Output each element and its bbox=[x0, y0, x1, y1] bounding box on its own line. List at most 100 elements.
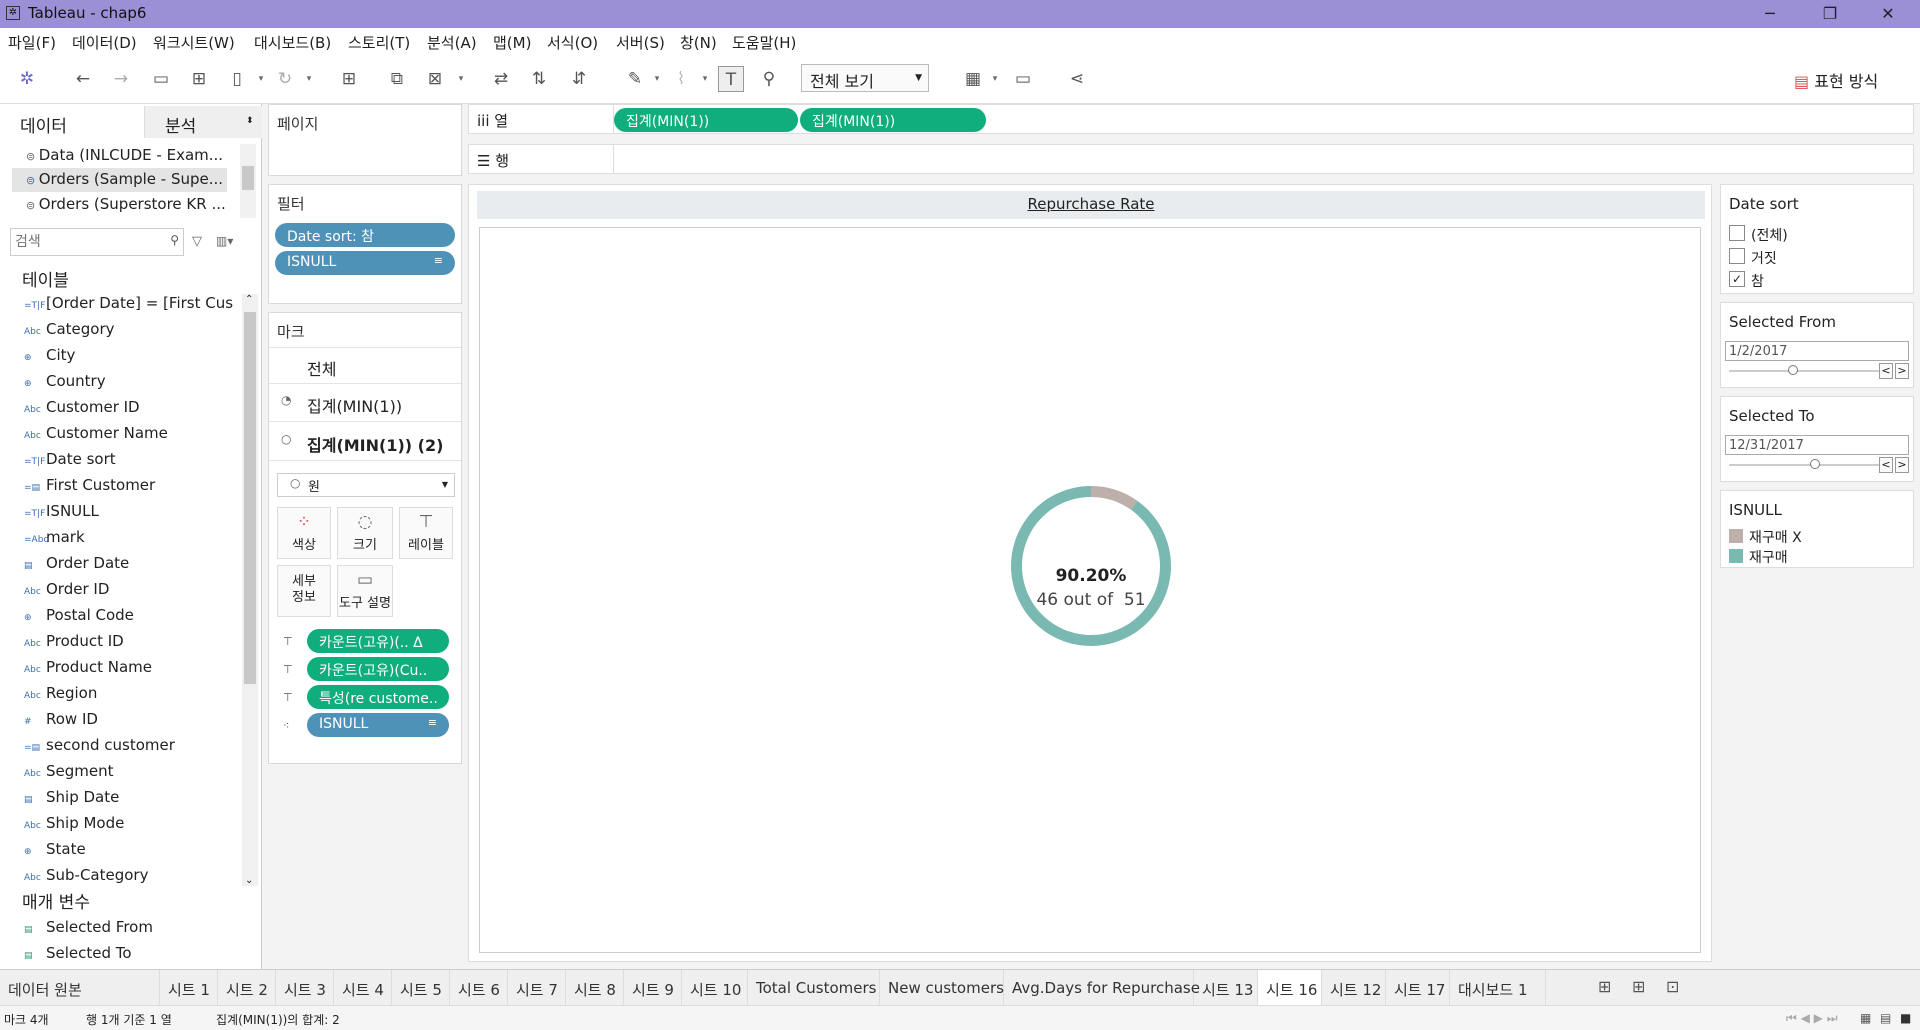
tab-analysis[interactable]: 분석 bbox=[144, 106, 262, 138]
pages-card[interactable]: 페이지 bbox=[268, 104, 462, 176]
sheet-tab[interactable]: 시트 4 bbox=[334, 970, 392, 1006]
chevron-up-icon[interactable]: ⌃ bbox=[245, 294, 253, 305]
tab-datasource[interactable]: 데이터 원본 bbox=[0, 970, 160, 1006]
field-item[interactable]: Abc Ship Mode bbox=[24, 814, 234, 840]
selected-from-slider[interactable] bbox=[1729, 370, 1879, 372]
scrollbar-thumb[interactable] bbox=[244, 312, 256, 684]
dropdown-arrow-icon[interactable]: ▾ bbox=[990, 66, 1000, 92]
columns-shelf[interactable]: iii 열 집계(MIN(1)) 집계(MIN(1)) bbox=[468, 104, 1914, 134]
swap-icon[interactable]: ⇄ bbox=[488, 66, 514, 92]
sheet-tab[interactable]: Avg.Days for Repurchase bbox=[1004, 970, 1200, 1006]
sheet-tab[interactable]: 시트 16 bbox=[1258, 970, 1322, 1006]
sheet-tab[interactable]: 시트 12 bbox=[1322, 970, 1386, 1006]
selected-from-next-button[interactable]: > bbox=[1895, 363, 1909, 379]
sheet-tab[interactable]: 시트 13 bbox=[1194, 970, 1258, 1006]
filter-pill-isnull[interactable]: ISNULL ≡ bbox=[275, 251, 455, 275]
field-item[interactable]: Abc Segment bbox=[24, 762, 234, 788]
field-item[interactable]: Abc Customer Name bbox=[24, 424, 234, 450]
presentation-icon[interactable]: ▭ bbox=[1010, 66, 1036, 92]
save-icon[interactable]: ▭ bbox=[148, 66, 174, 92]
parameter-item[interactable]: ▤ Selected From bbox=[24, 918, 234, 944]
sheet-tab[interactable]: 시트 6 bbox=[450, 970, 508, 1006]
field-item[interactable]: =▤ second customer bbox=[24, 736, 234, 762]
rows-shelf[interactable]: ☰ 행 bbox=[468, 144, 1914, 174]
restore-button[interactable]: ❐ bbox=[1810, 2, 1850, 26]
pin-icon[interactable]: ⚲ bbox=[756, 66, 782, 92]
tab-data[interactable]: 데이터 bbox=[0, 106, 144, 138]
datasource-scrollbar[interactable] bbox=[240, 144, 256, 218]
close-button[interactable]: ✕ bbox=[1868, 2, 1908, 26]
parameter-item[interactable]: ▤ Selected To bbox=[24, 944, 234, 970]
selected-to-slider-knob[interactable] bbox=[1810, 459, 1821, 469]
field-item[interactable]: =T|FISNULL bbox=[24, 502, 234, 528]
legend-swatch[interactable] bbox=[1729, 529, 1743, 543]
redo-icon[interactable]: → bbox=[108, 66, 134, 92]
clear-sheet-icon[interactable]: ⊠ bbox=[422, 66, 448, 92]
field-item[interactable]: =▤ First Customer bbox=[24, 476, 234, 502]
selected-to-input[interactable] bbox=[1725, 435, 1909, 455]
nav-arrows-icon[interactable]: ⏮ ◀ ▶ ⏭ bbox=[1786, 1011, 1838, 1026]
size-button[interactable]: ◌ 크기 bbox=[337, 507, 393, 559]
tab-view-icon[interactable]: ■ bbox=[1900, 1011, 1911, 1025]
checkbox-true[interactable]: ✓ bbox=[1729, 271, 1745, 287]
field-item[interactable]: ⊕ City bbox=[24, 346, 234, 372]
sort-descending-icon[interactable]: ⇵ bbox=[566, 66, 592, 92]
sheet-tab[interactable]: 시트 3 bbox=[276, 970, 334, 1006]
share-icon[interactable]: ⋖ bbox=[1064, 66, 1090, 92]
datasource-item[interactable]: ⊜ Orders (Sample - Supe... bbox=[12, 168, 227, 192]
color-button[interactable]: ⁘ 색상 bbox=[277, 507, 331, 559]
menu-file[interactable]: 파일(F) bbox=[8, 32, 56, 53]
new-worksheet-icon[interactable]: ⊞ bbox=[1598, 977, 1611, 996]
sheet-tab[interactable]: 시트 17 bbox=[1386, 970, 1450, 1006]
selected-from-slider-knob[interactable] bbox=[1787, 365, 1798, 375]
marks-row-min1-2[interactable]: ○ 집계(MIN(1)) (2) bbox=[269, 421, 461, 461]
show-labels-icon[interactable]: T bbox=[718, 66, 744, 92]
checkbox-false[interactable] bbox=[1729, 248, 1745, 264]
chevron-down-icon[interactable]: ⌄ bbox=[245, 875, 253, 886]
new-worksheet-icon[interactable]: ⊞ bbox=[336, 66, 362, 92]
selected-from-prev-button[interactable]: < bbox=[1879, 363, 1893, 379]
selected-to-slider[interactable] bbox=[1729, 464, 1879, 466]
view-options-icon[interactable]: ▥▾ bbox=[216, 234, 233, 248]
mark-type-select[interactable]: ○ 원 ▼ bbox=[277, 473, 455, 497]
tableau-start-icon[interactable]: ✲ bbox=[14, 66, 40, 92]
view-title[interactable]: Repurchase Rate bbox=[477, 191, 1705, 219]
field-item[interactable]: =T|F[Order Date] = [First Cus... bbox=[24, 294, 234, 320]
sheet-tab[interactable]: 시트 9 bbox=[624, 970, 682, 1006]
filter-pill-date-sort[interactable]: Date sort: 참 bbox=[275, 223, 455, 247]
marks-pill[interactable]: 특성(re custome.. bbox=[307, 685, 449, 709]
dropdown-arrow-icon[interactable]: ▾ bbox=[652, 66, 662, 92]
sheet-tab[interactable]: Total Customers bbox=[748, 970, 880, 1006]
dropdown-arrow-icon[interactable]: ▾ bbox=[304, 66, 314, 92]
legend-label[interactable]: 재구매 X bbox=[1749, 527, 1802, 547]
menu-analysis[interactable]: 분석(A) bbox=[427, 32, 477, 53]
field-item[interactable]: Abc Order ID bbox=[24, 580, 234, 606]
field-item[interactable]: Abc Product ID bbox=[24, 632, 234, 658]
menu-map[interactable]: 맵(M) bbox=[493, 32, 531, 53]
viz-canvas[interactable]: 90.20% 46 out of 51 bbox=[479, 227, 1701, 953]
field-item[interactable]: =T|FDate sort bbox=[24, 450, 234, 476]
refresh-icon[interactable]: ↻ bbox=[272, 66, 298, 92]
field-item[interactable]: Abc Product Name bbox=[24, 658, 234, 684]
marks-pill-isnull[interactable]: ISNULL ≡ bbox=[307, 713, 449, 737]
donut-slice-no-repurchase[interactable] bbox=[1091, 486, 1138, 510]
field-item[interactable]: ▤ Ship Date bbox=[24, 788, 234, 814]
field-item[interactable]: Abc Customer ID bbox=[24, 398, 234, 424]
marks-pill[interactable]: 카운트(고유)(Cu.. bbox=[307, 657, 449, 681]
menu-dashboard[interactable]: 대시보드(B) bbox=[254, 32, 331, 53]
label-button[interactable]: ⊤ 레이블 bbox=[399, 507, 453, 559]
legend-swatch[interactable] bbox=[1729, 549, 1743, 563]
field-item[interactable]: Abc Region bbox=[24, 684, 234, 710]
sheet-tab[interactable]: 시트 1 bbox=[160, 970, 218, 1006]
dropdown-arrow-icon[interactable]: ▾ bbox=[256, 66, 266, 92]
legend-label[interactable]: 재구매 bbox=[1749, 547, 1788, 567]
field-item[interactable]: =Abcmark bbox=[24, 528, 234, 554]
view-fit-select[interactable]: 전체 보기 ▼ bbox=[801, 64, 929, 92]
sheet-tab[interactable]: 시트 7 bbox=[508, 970, 566, 1006]
filmstrip-icon[interactable]: ▤ bbox=[1880, 1011, 1891, 1025]
dropdown-arrow-icon[interactable]: ▾ bbox=[456, 66, 466, 92]
new-datasource-icon[interactable]: ⊞ bbox=[186, 66, 212, 92]
marks-pill[interactable]: 카운트(고유)(.. Δ bbox=[307, 629, 449, 653]
new-story-icon[interactable]: ⊡ bbox=[1666, 977, 1679, 996]
selected-from-input[interactable] bbox=[1725, 341, 1909, 361]
